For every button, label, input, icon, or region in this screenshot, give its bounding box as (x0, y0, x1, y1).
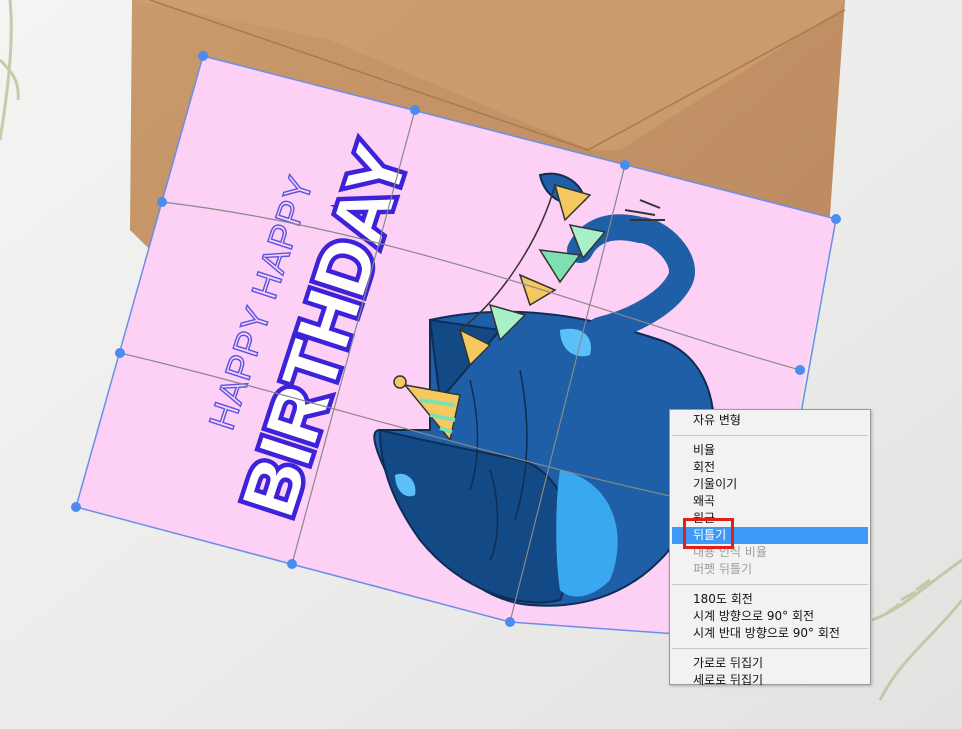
menu-item[interactable]: 시계 반대 방향으로 90° 회전 (672, 625, 868, 642)
menu-separator (672, 435, 868, 436)
warp-handle[interactable] (115, 348, 125, 358)
menu-item[interactable]: 시계 방향으로 90° 회전 (672, 608, 868, 625)
transform-context-menu[interactable]: 자유 변형비율 회전 기울이기 왜곡 원근 뒤틀기 내용 인식 비율퍼펫 뒤틀기 180도 회… (669, 409, 871, 687)
menu-separator (672, 584, 868, 585)
menu-item[interactable]: 기울이기 (672, 476, 868, 493)
menu-item: 퍼펫 뒤틀기 (693, 562, 753, 576)
menu-item: 내용 인식 비율 (693, 545, 767, 559)
warp-handle[interactable] (287, 559, 297, 569)
menu-item[interactable]: 왜곡 (672, 493, 868, 510)
warp-handle[interactable] (505, 617, 515, 627)
menu-item[interactable]: 비율 (672, 442, 868, 459)
menu-separator (672, 648, 868, 649)
warp-handle[interactable] (795, 365, 805, 375)
menu-item[interactable]: 원근 (672, 510, 868, 527)
menu-item[interactable]: 세로로 뒤집기 (672, 672, 868, 689)
warp-handle[interactable] (410, 105, 420, 115)
warp-handle[interactable] (198, 51, 208, 61)
warp-handle[interactable] (157, 197, 167, 207)
warp-handle[interactable] (620, 160, 630, 170)
menu-item[interactable]: 뒤틀기 (672, 527, 868, 544)
warp-handle[interactable] (71, 502, 81, 512)
menu-item[interactable]: 자유 변형 (672, 412, 868, 429)
menu-item[interactable]: 180도 회전 (672, 591, 868, 608)
warp-handle[interactable] (831, 214, 841, 224)
menu-item[interactable]: 가로로 뒤집기 (672, 655, 868, 672)
menu-item[interactable]: 회전 (672, 459, 868, 476)
